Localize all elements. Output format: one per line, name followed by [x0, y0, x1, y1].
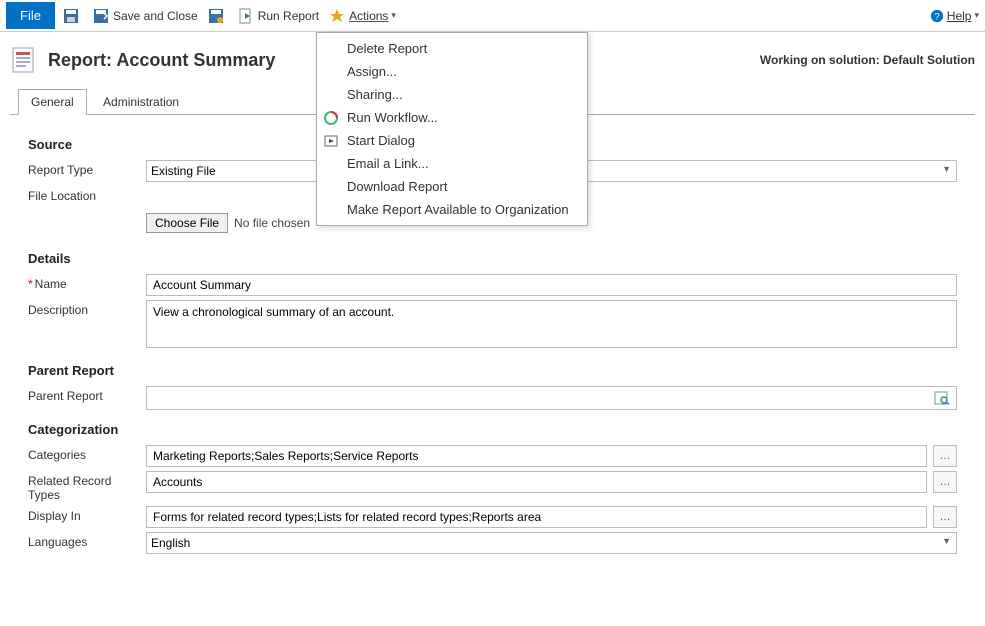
- actions-label: Actions: [349, 9, 388, 23]
- menu-item-run-workflow[interactable]: Run Workflow...: [317, 106, 587, 129]
- menu-item-start-dialog[interactable]: Start Dialog: [317, 129, 587, 152]
- parent-report-input[interactable]: [147, 387, 928, 409]
- run-report-label: Run Report: [258, 9, 319, 23]
- categories-input[interactable]: [146, 445, 927, 467]
- actions-menu-button[interactable]: Actions ▾: [329, 8, 396, 24]
- lookup-icon: [934, 391, 950, 405]
- categories-ellipsis-button[interactable]: …: [933, 445, 957, 467]
- report-type-label: Report Type: [28, 160, 146, 177]
- choose-file-button[interactable]: Choose File: [146, 213, 228, 233]
- svg-text:?: ?: [934, 11, 939, 22]
- name-input[interactable]: [146, 274, 957, 296]
- section-parent-report: Parent Report: [28, 363, 957, 378]
- description-label: Description: [28, 300, 146, 317]
- save-and-close-button[interactable]: Save and Close: [93, 8, 198, 24]
- parent-report-lookup-button[interactable]: [928, 387, 956, 409]
- save-as-icon: [208, 8, 224, 24]
- name-label: Name: [28, 274, 146, 291]
- toolbar: File Save and Close Run Report Actions ▾…: [0, 0, 985, 32]
- no-file-text: No file chosen: [234, 216, 310, 230]
- save-icon: [63, 8, 79, 24]
- file-location-label: File Location: [28, 186, 146, 203]
- run-report-button[interactable]: Run Report: [238, 8, 319, 24]
- run-report-icon: [238, 8, 254, 24]
- display-in-label: Display In: [28, 506, 146, 523]
- file-menu-button[interactable]: File: [6, 2, 55, 29]
- description-input[interactable]: View a chronological summary of an accou…: [146, 300, 957, 348]
- related-record-types-label: Related Record Types: [28, 471, 146, 502]
- workflow-icon: [323, 110, 339, 126]
- dialog-icon: [323, 133, 339, 149]
- dropdown-arrow-icon: ▾: [974, 10, 979, 21]
- menu-item-sharing[interactable]: Sharing...: [317, 83, 587, 106]
- help-button[interactable]: ? Help ▾: [930, 9, 979, 23]
- help-icon: ?: [930, 9, 944, 23]
- section-details: Details: [28, 251, 957, 266]
- display-in-ellipsis-button[interactable]: …: [933, 506, 957, 528]
- display-in-input[interactable]: [146, 506, 927, 528]
- save-button[interactable]: [63, 8, 83, 24]
- save-as-button[interactable]: [208, 8, 228, 24]
- categories-label: Categories: [28, 445, 146, 462]
- languages-select[interactable]: English: [146, 532, 957, 554]
- menu-item-download-report[interactable]: Download Report: [317, 175, 587, 198]
- section-categorization: Categorization: [28, 422, 957, 437]
- menu-item-assign[interactable]: Assign...: [317, 60, 587, 83]
- page-title: Report: Account Summary: [48, 50, 275, 71]
- actions-icon: [329, 8, 345, 24]
- tab-administration[interactable]: Administration: [90, 89, 192, 114]
- related-ellipsis-button[interactable]: …: [933, 471, 957, 493]
- tab-general[interactable]: General: [18, 89, 87, 115]
- help-label: Help: [947, 9, 972, 23]
- languages-label: Languages: [28, 532, 146, 549]
- actions-dropdown-menu: Delete Report Assign... Sharing... Run W…: [316, 32, 588, 226]
- dropdown-arrow-icon: ▾: [391, 10, 396, 21]
- report-doc-icon: [10, 46, 38, 74]
- solution-context: Working on solution: Default Solution: [760, 53, 975, 67]
- menu-item-email-link[interactable]: Email a Link...: [317, 152, 587, 175]
- menu-item-delete-report[interactable]: Delete Report: [317, 37, 587, 60]
- related-record-types-input[interactable]: [146, 471, 927, 493]
- save-close-label: Save and Close: [113, 9, 198, 23]
- save-close-icon: [93, 8, 109, 24]
- menu-item-make-available[interactable]: Make Report Available to Organization: [317, 198, 587, 221]
- parent-report-label: Parent Report: [28, 386, 146, 403]
